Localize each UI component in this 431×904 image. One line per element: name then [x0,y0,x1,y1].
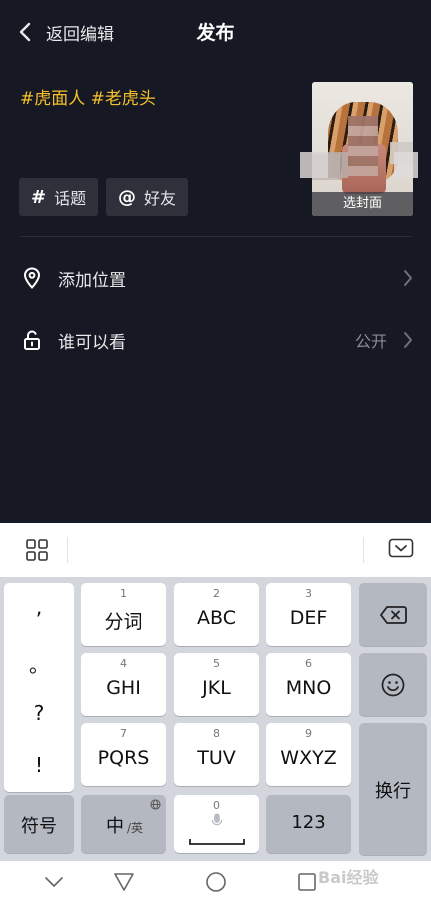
key-number: 9 [305,727,312,740]
smiley-icon [381,673,405,697]
watermark: Bai经验 [318,868,379,887]
visibility-label: 谁可以看 [58,332,126,353]
t9-keyboard: , 。 ? ! 1 分词 2 ABC 3 DEF 4 GHI 5 JKL 6 M… [0,577,431,861]
key-1[interactable]: 1 分词 [81,583,166,646]
key-number: 2 [213,587,220,600]
punct-period-key[interactable]: 。 [4,649,74,678]
home-circle-icon[interactable] [206,872,226,892]
back-triangle-icon[interactable] [114,873,134,891]
key-number: 1 [120,587,127,600]
key-8[interactable]: 8 TUV [174,723,259,786]
divider [363,537,364,563]
key-6[interactable]: 6 MNO [266,653,351,716]
numbers-key[interactable]: 123 [266,795,351,853]
microphone-icon [211,813,223,826]
key-number: 7 [120,727,127,740]
enter-key-label: 换行 [375,781,411,802]
divider [20,236,411,237]
at-icon: @ [118,186,136,208]
chevron-right-icon [404,270,412,286]
key-label: DEF [289,607,328,629]
space-bar-icon [189,839,245,845]
visibility-row[interactable]: 谁可以看 公开 [0,309,431,371]
symbols-key-label: 符号 [21,816,57,837]
key-9[interactable]: 9 WXYZ [266,723,351,786]
grid-menu-icon[interactable] [26,539,48,561]
recents-square-icon[interactable] [298,873,316,891]
chevron-right-icon [404,332,412,348]
key-number: 3 [305,587,312,600]
publish-screen: 返回编辑 发布 #虎面人 #老虎头 选封面 # 话题 @ 好友 添加位置 谁可以… [0,0,431,523]
divider [67,537,68,563]
key-label: TUV [197,747,236,769]
topic-chip-label: 话题 [54,189,87,208]
topic-chip-button[interactable]: # 话题 [19,178,99,216]
caption-text[interactable]: #虎面人 #老虎头 [20,84,156,109]
key-label: JKL [202,677,231,699]
punctuation-column[interactable]: , 。 ? ! [4,583,74,792]
key-4[interactable]: 4 GHI [81,653,166,716]
backspace-key[interactable] [359,583,427,646]
lang-sub-label: /英 [127,821,144,835]
keyboard-toolbar [0,523,431,577]
friends-chip-label: 好友 [144,189,177,208]
location-pin-icon [23,267,41,289]
select-cover-label[interactable]: 选封面 [312,192,413,216]
key-label: ABC [197,607,236,629]
visibility-value: 公开 [354,332,387,351]
page-title: 发布 [196,22,235,44]
mosaic-overlay [300,152,420,180]
emoji-key[interactable] [359,653,427,716]
hide-keyboard-icon[interactable] [388,538,414,560]
key-3[interactable]: 3 DEF [266,583,351,646]
enter-key[interactable]: 换行 [359,723,427,855]
key-7[interactable]: 7 PQRS [81,723,166,786]
punct-comma-key[interactable]: , [4,595,74,619]
chevron-down-icon[interactable] [45,877,63,887]
key-label: MNO [285,677,332,699]
add-location-row[interactable]: 添加位置 [0,247,431,309]
key-label: 分词 [104,611,143,633]
key-number: 8 [213,727,220,740]
punct-question-key[interactable]: ? [4,701,74,725]
space-key[interactable]: 0 [174,795,259,853]
numbers-key-label: 123 [291,812,326,833]
key-number: 0 [213,799,220,812]
header: 返回编辑 发布 [0,0,431,64]
friends-chip-button[interactable]: @ 好友 [106,178,189,216]
punct-exclaim-key[interactable]: ! [4,753,74,777]
key-number: 4 [120,657,127,670]
language-switch-key[interactable]: 中 /英 [81,795,166,853]
key-label: GHI [106,677,141,699]
lang-main-label: 中 [106,816,124,837]
symbols-key[interactable]: 符号 [4,795,74,853]
globe-icon [150,799,161,810]
unlock-icon [24,330,40,350]
key-2[interactable]: 2 ABC [174,583,259,646]
backspace-icon [380,606,407,624]
key-number: 6 [305,657,312,670]
key-number: 5 [213,657,220,670]
key-label: WXYZ [280,747,337,769]
cover-thumbnail[interactable]: 选封面 [312,82,413,216]
key-label: PQRS [97,747,150,769]
add-location-label: 添加位置 [58,270,126,291]
hashtag-icon: # [31,186,47,208]
key-5[interactable]: 5 JKL [174,653,259,716]
